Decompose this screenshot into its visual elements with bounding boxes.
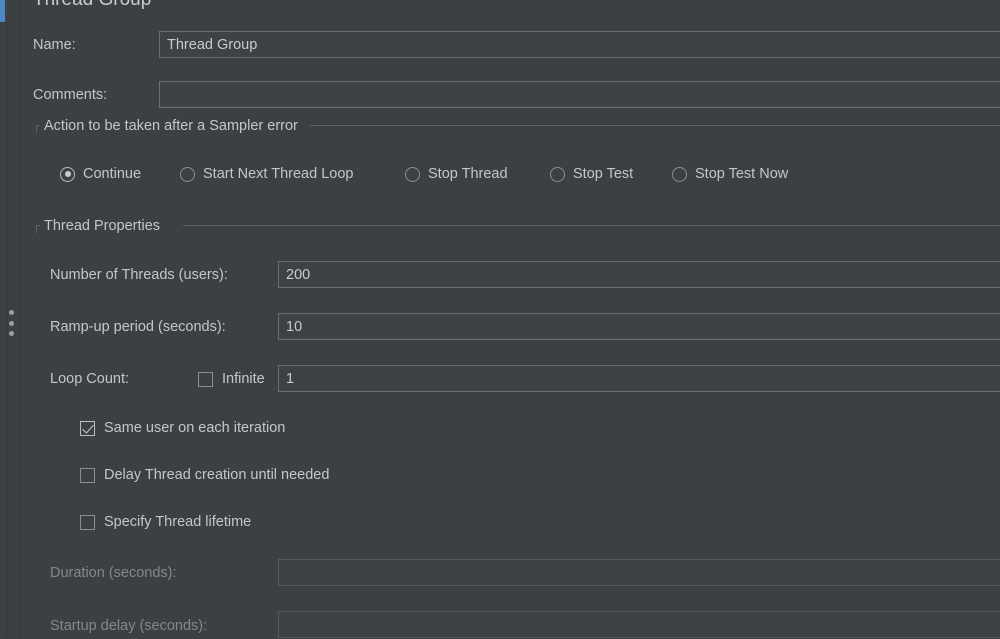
- drag-dot-icon: [8, 310, 14, 315]
- radio-stop-test-now[interactable]: Stop Test Now: [672, 163, 788, 185]
- radio-start-next-thread-loop-label: Start Next Thread Loop: [203, 166, 354, 182]
- thread-properties-group-border-top-right: [183, 225, 1000, 226]
- radio-continue-icon: [60, 166, 75, 182]
- thread-group-panel: Thread Group Name: Thread Group Comments…: [20, 0, 1000, 639]
- radio-stop-test-icon: [550, 166, 565, 182]
- name-row: Name:: [33, 32, 138, 58]
- num-threads-label: Number of Threads (users):: [50, 267, 228, 283]
- same-user-each-iteration-label: Same user on each iteration: [104, 420, 286, 436]
- duration-label: Duration (seconds):: [50, 565, 177, 581]
- name-input[interactable]: Thread Group: [159, 31, 1000, 58]
- loop-count-row: Loop Count:: [50, 366, 129, 392]
- startup-delay-row: Startup delay (seconds):: [50, 613, 207, 639]
- radio-stop-thread-label: Stop Thread: [428, 166, 508, 182]
- startup-delay-input[interactable]: [278, 611, 1000, 638]
- infinite-checkbox[interactable]: Infinite: [198, 368, 265, 390]
- drag-dot-icon: [8, 320, 14, 326]
- sampler-error-group-border-left: [36, 125, 37, 133]
- same-user-each-iteration-checkbox-icon: [80, 420, 95, 436]
- split-pane-drag-handle[interactable]: [8, 310, 14, 336]
- radio-continue[interactable]: Continue: [60, 163, 141, 185]
- ramp-up-input[interactable]: 10: [278, 313, 1000, 340]
- radio-start-next-thread-loop-icon: [180, 166, 195, 182]
- radio-stop-test-now-label: Stop Test Now: [695, 166, 789, 182]
- radio-stop-thread[interactable]: Stop Thread: [405, 163, 508, 185]
- specify-thread-lifetime-label: Specify Thread lifetime: [104, 514, 252, 530]
- loop-count-label: Loop Count:: [50, 371, 130, 387]
- radio-stop-test-now-icon: [672, 166, 687, 182]
- same-user-each-iteration-checkbox[interactable]: Same user on each iteration: [80, 417, 285, 439]
- specify-thread-lifetime-checkbox[interactable]: Specify Thread lifetime: [80, 511, 251, 533]
- num-threads-input[interactable]: 200: [278, 261, 1000, 288]
- delay-thread-creation-checkbox[interactable]: Delay Thread creation until needed: [80, 464, 329, 486]
- radio-stop-test-label: Stop Test: [573, 166, 634, 182]
- comments-row: Comments:: [33, 82, 138, 108]
- duration-row: Duration (seconds):: [50, 560, 177, 586]
- thread-properties-group-border-left: [36, 225, 37, 233]
- left-gutter: [0, 0, 20, 637]
- gutter-divider-left: [6, 22, 7, 637]
- sampler-error-group-border-top-right: [310, 125, 1000, 126]
- thread-properties-group-legend: Thread Properties: [40, 218, 165, 234]
- selection-accent-bar: [0, 0, 5, 22]
- comments-input[interactable]: [159, 81, 1000, 108]
- duration-input[interactable]: [278, 559, 1000, 586]
- num-threads-row: Number of Threads (users):: [50, 262, 228, 288]
- specify-thread-lifetime-checkbox-icon: [80, 514, 95, 530]
- infinite-checkbox-label: Infinite: [222, 371, 265, 387]
- sampler-error-group-legend: Action to be taken after a Sampler error: [40, 118, 302, 134]
- radio-stop-test[interactable]: Stop Test: [550, 163, 633, 185]
- comments-label: Comments:: [33, 87, 108, 103]
- ramp-up-row: Ramp-up period (seconds):: [50, 314, 226, 340]
- name-label: Name:: [33, 37, 76, 53]
- radio-stop-thread-icon: [405, 166, 420, 182]
- ramp-up-label: Ramp-up period (seconds):: [50, 319, 226, 335]
- page-title: Thread Group: [33, 0, 151, 11]
- delay-thread-creation-checkbox-icon: [80, 467, 95, 483]
- radio-continue-label: Continue: [83, 166, 142, 182]
- delay-thread-creation-label: Delay Thread creation until needed: [104, 467, 330, 483]
- infinite-checkbox-icon: [198, 371, 213, 387]
- radio-start-next-thread-loop[interactable]: Start Next Thread Loop: [180, 163, 353, 185]
- loop-count-input[interactable]: 1: [278, 365, 1000, 392]
- startup-delay-label: Startup delay (seconds):: [50, 618, 208, 634]
- drag-dot-icon: [8, 331, 14, 336]
